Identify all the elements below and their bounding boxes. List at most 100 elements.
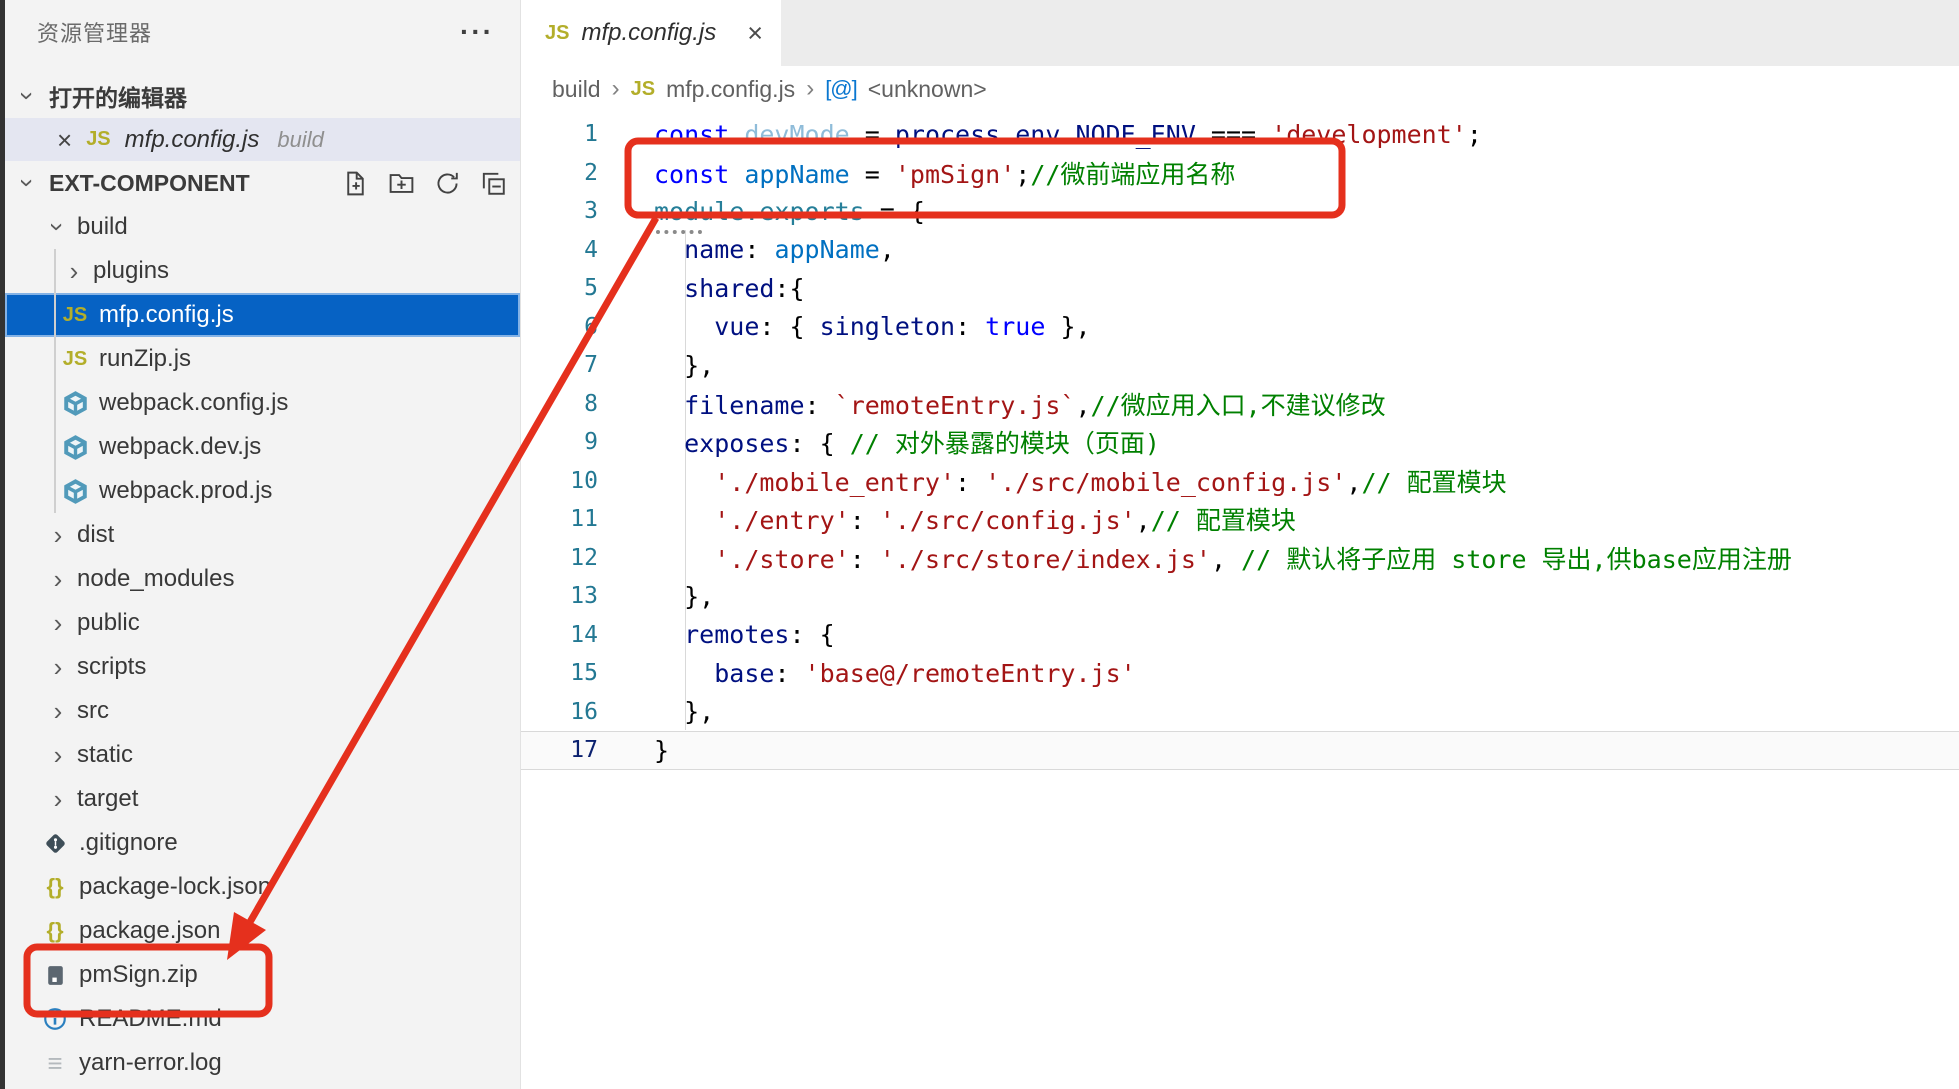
js-file-icon: JS (86, 128, 110, 151)
tree-item-webpack-prod-js[interactable]: webpack.prod.js (5, 469, 520, 513)
line-number: 10 (521, 468, 654, 494)
file-tree: ›build›pluginsJSmfp.config.jsJSrunZip.js… (5, 205, 520, 1085)
webpack-icon (61, 389, 89, 417)
chevron-right-icon: › (49, 786, 67, 812)
line-number: 16 (521, 699, 654, 725)
tree-item-static[interactable]: ›static (5, 733, 520, 777)
tree-item-label: plugins (93, 257, 169, 285)
new-folder-icon[interactable] (387, 169, 416, 198)
editor-area: JS mfp.config.js × build › JS mfp.config… (521, 0, 1959, 1089)
js-icon: JS (61, 345, 89, 373)
tree-item-label: public (77, 609, 140, 637)
code-line-8[interactable]: 8 filename: `remoteEntry.js`,//微应用入口,不建议… (521, 385, 1959, 424)
tree-item-webpack-dev-js[interactable]: webpack.dev.js (5, 425, 520, 469)
code-text: exposes: { // 对外暴露的模块（页面) (654, 424, 1160, 460)
code-line-15[interactable]: 15 base: 'base@/remoteEntry.js' (521, 654, 1959, 693)
code-text: } (654, 736, 669, 765)
tree-item-label: mfp.config.js (99, 301, 234, 329)
tree-item--gitignore[interactable]: .gitignore (5, 821, 520, 865)
open-editor-folder: build (277, 127, 323, 153)
explorer-sidebar: 资源管理器 ··· › 打开的编辑器 × JS mfp.config.js bu… (5, 0, 521, 1089)
line-number: 13 (521, 583, 654, 609)
chevron-down-icon: › (45, 218, 71, 236)
js-file-icon: JS (545, 22, 569, 45)
tree-item-public[interactable]: ›public (5, 601, 520, 645)
code-text: }, (654, 351, 714, 380)
code-lines: 1const devMode = process.env.NODE_ENV ==… (521, 112, 1959, 770)
close-icon[interactable]: × (57, 127, 72, 153)
refresh-icon[interactable] (433, 169, 462, 198)
code-line-4[interactable]: 4 name: appName, (521, 231, 1959, 270)
chevron-right-icon: › (65, 258, 83, 284)
new-file-icon[interactable] (341, 169, 370, 198)
tree-item-readme-md[interactable]: README.md (5, 997, 520, 1041)
tree-item-scripts[interactable]: › scripts (5, 645, 520, 689)
code-line-9[interactable]: 9 exposes: { // 对外暴露的模块（页面) (521, 423, 1959, 462)
code-line-14[interactable]: 14 remotes: { (521, 616, 1959, 655)
tree-item-build[interactable]: › build (5, 205, 520, 249)
tree-item-node-modules[interactable]: › node_modules (5, 557, 520, 601)
tree-item-yarn-error-log[interactable]: ≡yarn-error.log (5, 1041, 520, 1085)
project-section-header[interactable]: › EXT-COMPONENT (5, 161, 520, 205)
tree-item-package-json[interactable]: {}package.json (5, 909, 520, 953)
info-icon (41, 1005, 69, 1033)
tab-mfp-config[interactable]: JS mfp.config.js × (521, 0, 781, 66)
code-line-13[interactable]: 13 }, (521, 577, 1959, 616)
tree-item-runzip-js[interactable]: JS runZip.js (5, 337, 520, 381)
code-line-10[interactable]: 10 './mobile_entry': './src/mobile_confi… (521, 462, 1959, 501)
open-editor-entry[interactable]: × JS mfp.config.js build (5, 118, 520, 161)
code-text: }, (654, 697, 714, 726)
line-number: 14 (521, 622, 654, 648)
tree-item-pmsign-zip[interactable]: pmSign.zip (5, 953, 520, 997)
indent-guide (54, 249, 56, 513)
tree-item-label: runZip.js (99, 345, 191, 373)
tab-title: mfp.config.js (581, 19, 716, 47)
line-number: 3 (521, 198, 654, 224)
chevron-right-icon: › (49, 654, 67, 680)
open-editors-header[interactable]: › 打开的编辑器 (5, 74, 520, 118)
tree-item-plugins[interactable]: › plugins (5, 249, 520, 293)
collapse-all-icon[interactable] (479, 169, 508, 198)
code-line-2[interactable]: 2const appName = 'pmSign';//微前端应用名称 (521, 154, 1959, 193)
tree-item-label: build (77, 213, 128, 241)
tree-item-package-lock-json[interactable]: {}package-lock.json (5, 865, 520, 909)
tree-item-label: target (77, 785, 138, 813)
tree-item-label: .gitignore (79, 829, 178, 857)
line-number: 17 (521, 737, 654, 763)
tree-item-webpack-config-js[interactable]: webpack.config.js (5, 381, 520, 425)
tree-item-label: node_modules (77, 565, 234, 593)
project-name-label: EXT-COMPONENT (49, 170, 250, 197)
code-line-6[interactable]: 6 vue: { singleton: true }, (521, 308, 1959, 347)
code-text: filename: `remoteEntry.js`,//微应用入口,不建议修改 (654, 386, 1386, 422)
more-actions-icon[interactable]: ··· (460, 27, 494, 37)
breadcrumb-item-folder[interactable]: build (552, 76, 601, 103)
tree-item-dist[interactable]: ›dist (5, 513, 520, 557)
project-actions (341, 169, 520, 198)
tree-item-mfp-config-js[interactable]: JS mfp.config.js (5, 293, 520, 337)
code-line-7[interactable]: 7 }, (521, 346, 1959, 385)
code-line-16[interactable]: 16 }, (521, 693, 1959, 732)
line-number: 9 (521, 429, 654, 455)
webpack-icon (61, 433, 89, 461)
tree-item-src[interactable]: ›src (5, 689, 520, 733)
tree-item-label: webpack.prod.js (99, 477, 272, 505)
breadcrumb-item-file[interactable]: mfp.config.js (666, 76, 795, 103)
code-line-12[interactable]: 12 './store': './src/store/index.js', //… (521, 539, 1959, 578)
tree-item-label: webpack.config.js (99, 389, 288, 417)
breadcrumb-item-symbol[interactable]: <unknown> (868, 76, 987, 103)
code-line-1[interactable]: 1const devMode = process.env.NODE_ENV ==… (521, 115, 1959, 154)
tree-item-target[interactable]: › target (5, 777, 520, 821)
breadcrumb: build › JS mfp.config.js › [@] <unknown> (521, 66, 1959, 112)
code-line-5[interactable]: 5 shared:{ (521, 269, 1959, 308)
code-line-17[interactable]: 17} (521, 731, 1959, 770)
line-number: 15 (521, 660, 654, 686)
line-number: 5 (521, 275, 654, 301)
chevron-right-icon: › (49, 566, 67, 592)
explorer-title: 资源管理器 (37, 16, 152, 48)
code-text: }, (654, 582, 714, 611)
code-line-11[interactable]: 11 './entry': './src/config.js',// 配置模块 (521, 500, 1959, 539)
code-line-3[interactable]: 3module.exports = { (521, 192, 1959, 231)
tree-item-label: scripts (77, 653, 146, 681)
js-icon: JS (61, 301, 89, 329)
close-icon[interactable]: × (747, 20, 763, 47)
